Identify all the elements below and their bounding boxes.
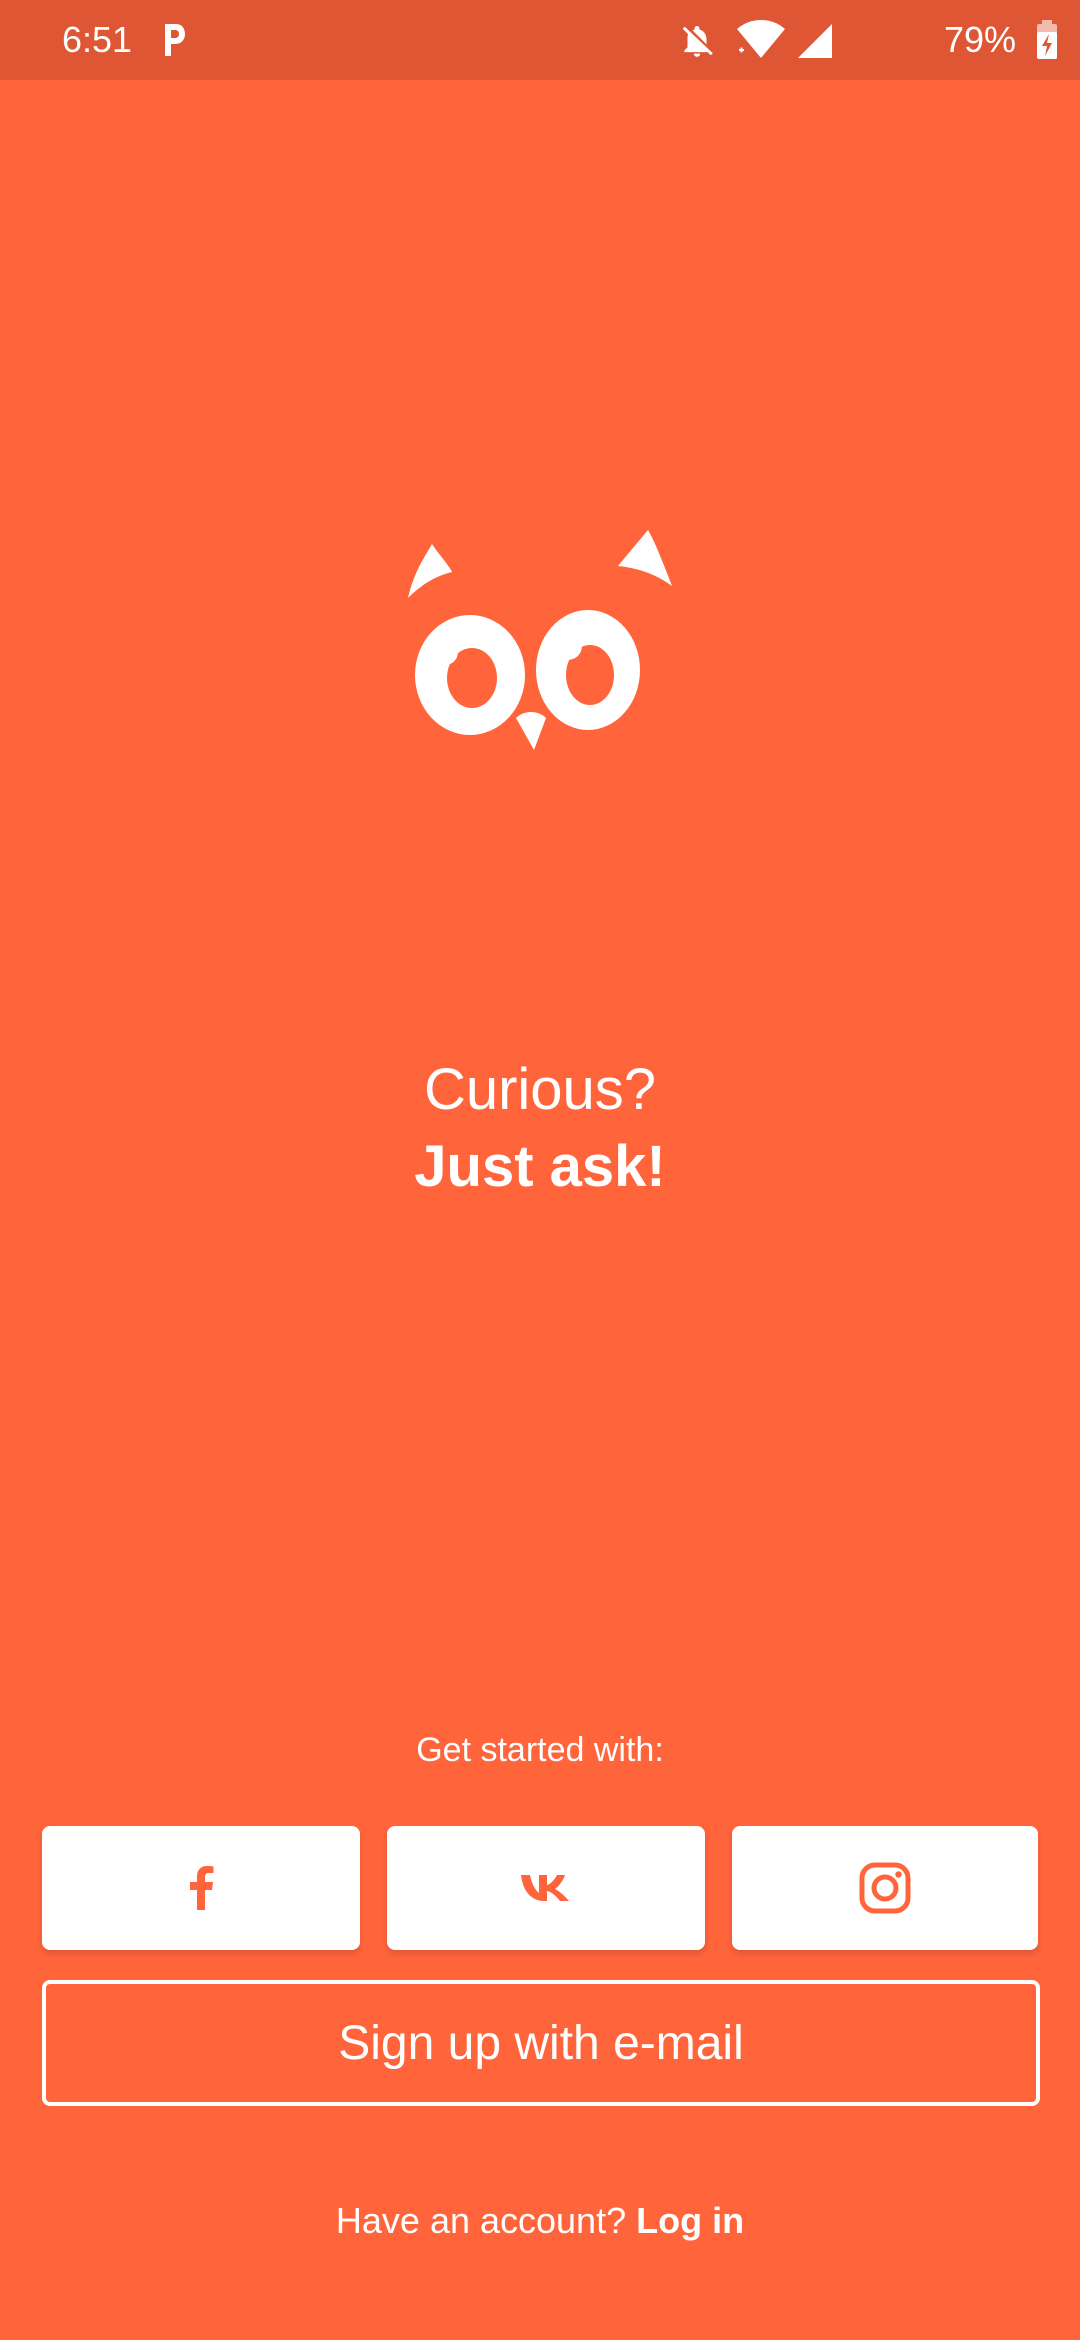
status-icons: 79% (678, 18, 1058, 62)
wifi-icon (737, 20, 785, 58)
bell-off-icon (682, 25, 713, 57)
vk-login-button[interactable] (387, 1826, 705, 1950)
instagram-login-button[interactable] (732, 1826, 1038, 1950)
battery-charging-icon (1037, 20, 1057, 59)
status-bar: 6:51 79% (0, 0, 1080, 80)
account-prompt-text: Have an account? (335, 2200, 627, 2241)
owl-face-logo (408, 530, 672, 750)
status-time: 6:51 (62, 19, 133, 60)
vk-icon (521, 1875, 569, 1901)
login-link[interactable]: Log in (636, 2200, 744, 2241)
login-prompt: Have an account? Log in (0, 2198, 1080, 2244)
parking-app-icon (165, 24, 185, 56)
battery-percent: 79% (943, 19, 1016, 60)
signup-email-button[interactable]: Sign up with e-mail (42, 1980, 1040, 2106)
tagline-question: Curious? (423, 1057, 657, 1122)
signal-icon (798, 24, 832, 58)
tagline-call-to-action: Just ask! (414, 1134, 666, 1199)
facebook-icon (190, 1866, 214, 1910)
get-started-label: Get started with: (416, 1731, 664, 1769)
facebook-login-button[interactable] (42, 1826, 360, 1950)
instagram-icon (859, 1862, 911, 1914)
